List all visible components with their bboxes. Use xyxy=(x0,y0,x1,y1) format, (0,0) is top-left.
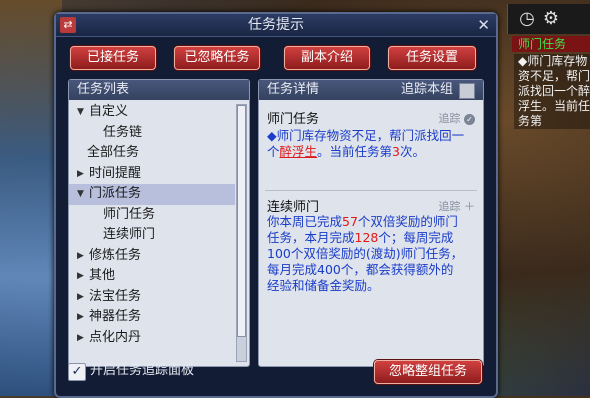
task-list-item-label: 全部任务 xyxy=(87,145,140,160)
task2-week-count: 57 xyxy=(342,214,358,229)
enable-tracking-label[interactable]: 开启任务追踪面板 xyxy=(90,362,194,380)
enable-tracking-checkbox[interactable]: ✓ xyxy=(68,363,86,381)
game-background xyxy=(0,0,62,396)
task-list-item[interactable]: ▶ 点化内丹 xyxy=(69,328,235,349)
task-list-item[interactable]: 全部任务 xyxy=(69,143,235,164)
task-list-item-label: 其他 xyxy=(89,268,116,283)
ignored-tasks-button[interactable]: 已忽略任务 xyxy=(174,46,260,70)
task-list-item-label: 自定义 xyxy=(89,104,129,119)
task-list-item[interactable]: ▶ 修炼任务 xyxy=(69,246,235,267)
task-list-header: 任务列表 xyxy=(69,80,249,100)
task-list-item[interactable]: ▶ 时间提醒 xyxy=(69,164,235,185)
task1-track-label: 追踪 xyxy=(438,112,461,125)
hud-task-tag[interactable]: 师门任务 xyxy=(512,36,590,52)
task-list-item-label: 点化内丹 xyxy=(89,329,142,345)
task2-track-label: 追踪 xyxy=(438,200,461,213)
task2-track[interactable]: 追踪 ＋ xyxy=(439,198,476,214)
task-detail-header: 任务详情 追踪本组 xyxy=(259,80,483,100)
check-circle-icon: ✓ xyxy=(464,114,475,125)
dungeon-intro-button[interactable]: 副本介绍 xyxy=(284,46,370,70)
task1-item-name[interactable]: 醉浮生 xyxy=(280,144,318,159)
timer-icon[interactable]: ◷ xyxy=(516,8,538,30)
task-list-item[interactable]: 连续师门 xyxy=(69,225,235,246)
expand-right-icon[interactable]: ▶ xyxy=(77,266,84,287)
expand-right-icon[interactable]: ▶ xyxy=(77,164,84,185)
task-list-item[interactable]: ▶ 其他 xyxy=(69,266,235,287)
title-bar[interactable]: ⇄ 任务提示 ✕ xyxy=(56,14,496,37)
task-list-item-label: 神器任务 xyxy=(89,309,142,324)
accepted-tasks-button[interactable]: 已接任务 xyxy=(70,46,156,70)
task-list-item-label: 法宝任务 xyxy=(89,288,142,304)
task-list-item-label: 师门任务 xyxy=(103,206,156,222)
detail-header-label: 任务详情 xyxy=(267,82,320,97)
task-dialog: ⇄ 任务提示 ✕ 已接任务 已忽略任务 副本介绍 任务设置 任务列表 ▼ 自定义任… xyxy=(54,12,498,398)
dialog-title: 任务提示 xyxy=(248,17,304,33)
expand-right-icon[interactable]: ▶ xyxy=(77,287,84,308)
hud-task-text: ◆师门库存物资不足，帮门派找回一个醉浮生。当前任务第 xyxy=(514,54,590,129)
ignore-group-button[interactable]: 忽略整组任务 xyxy=(374,360,482,384)
expand-right-icon[interactable]: ▶ xyxy=(77,307,84,328)
track-group-checkbox[interactable] xyxy=(459,83,475,99)
task-list-item-label: 连续师门 xyxy=(103,227,156,242)
task1-text-b: 。当前任务第 xyxy=(317,144,393,159)
task2-month-count: 128 xyxy=(354,230,379,245)
task1-description: ◆师门库存物资不足，帮门派找回一个醉浮生。当前任务第3次。 xyxy=(267,128,465,160)
task-list-item[interactable]: ▼ 门派任务 xyxy=(69,184,235,205)
task1-track[interactable]: 追踪 ✓ xyxy=(438,110,475,126)
task-detail-panel: 任务详情 追踪本组 师门任务 追踪 ✓ ◆师门库存物资不足，帮门派找回一个醉浮生… xyxy=(258,79,484,367)
task1-count: 3 xyxy=(392,144,400,159)
task1-title: 师门任务 xyxy=(267,112,320,127)
track-group-label: 追踪本组 xyxy=(400,82,453,97)
task-list-item[interactable]: ▶ 神器任务 xyxy=(69,307,235,328)
scroll-thumb[interactable] xyxy=(237,105,246,337)
task-list-item-label: 时间提醒 xyxy=(89,165,142,181)
task-list-item[interactable]: ▼ 自定义 xyxy=(69,102,235,123)
scrollbar[interactable] xyxy=(236,104,247,362)
expand-down-icon[interactable]: ▼ xyxy=(77,184,84,205)
task-settings-button[interactable]: 任务设置 xyxy=(388,46,476,70)
task2-title: 连续师门 xyxy=(267,200,320,215)
task-list-item[interactable]: ▶ 法宝任务 xyxy=(69,287,235,308)
hud-toolbar: ◷ ⚙ xyxy=(507,4,590,34)
divider xyxy=(265,190,477,191)
task-list-panel: 任务列表 ▼ 自定义 任务链 全部任务 ▶ 时间提醒 ▼ 门派任务 师门任务 连续师门 ▶ 修炼任务 ▶… xyxy=(68,79,250,367)
task2-text-a: 你本周已完成 xyxy=(267,214,343,229)
expand-right-icon[interactable]: ▶ xyxy=(77,246,84,267)
task2-description: 你本周已完成57个双倍奖励的师门任务，本月完成128个；每周完成100个双倍奖励… xyxy=(267,214,465,294)
task-list-item[interactable]: 任务链 xyxy=(69,123,235,144)
task-list-item-label: 任务链 xyxy=(103,124,143,140)
expand-down-icon[interactable]: ▼ xyxy=(77,102,84,123)
task-list-item-label: 修炼任务 xyxy=(89,247,142,263)
plus-icon: ＋ xyxy=(464,200,475,213)
gear-icon[interactable]: ⚙ xyxy=(540,8,562,30)
close-icon[interactable]: ✕ xyxy=(477,16,490,34)
task-list-item-label: 门派任务 xyxy=(89,186,142,201)
task-list: ▼ 自定义 任务链 全部任务 ▶ 时间提醒 ▼ 门派任务 师门任务 连续师门 ▶ 修炼任务 ▶ 其他 ▶ 法宝… xyxy=(69,102,235,366)
task1-text-c: 次。 xyxy=(400,144,426,159)
expand-right-icon[interactable]: ▶ xyxy=(77,328,84,349)
task-list-item[interactable]: 师门任务 xyxy=(69,205,235,226)
